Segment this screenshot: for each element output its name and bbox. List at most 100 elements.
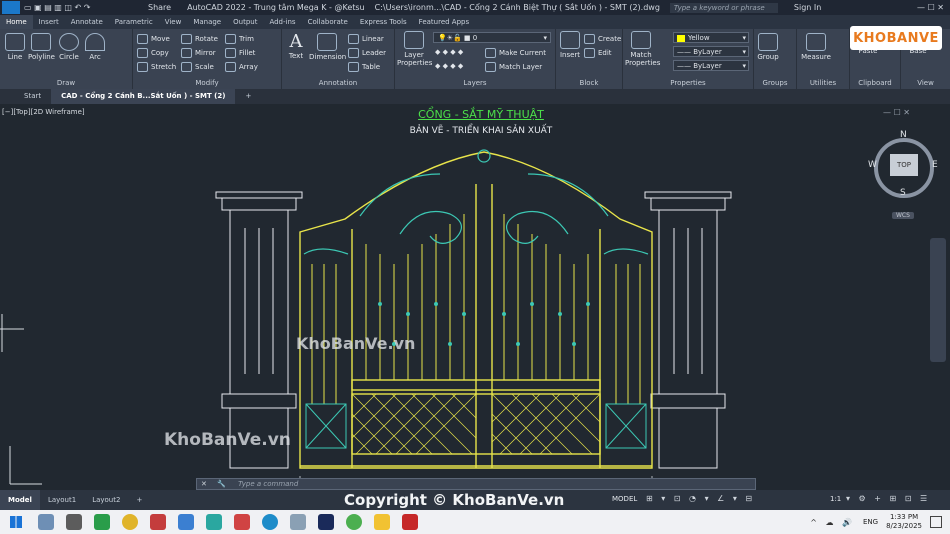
chrome-icon[interactable] [122, 514, 138, 530]
properties-panel-label[interactable]: Properties [623, 79, 753, 87]
tab-layout1[interactable]: Layout1 [40, 490, 84, 510]
tab-layout2[interactable]: Layout2 [84, 490, 128, 510]
tab-annotate[interactable]: Annotate [65, 15, 109, 29]
taskbar-icon-6[interactable] [178, 514, 194, 530]
input-language[interactable]: ENG [863, 518, 878, 526]
quick-access-icons[interactable]: ▭ ▣ ▤ ▥ ◫ ↶ ↷ [24, 3, 144, 12]
trim-tool[interactable]: Trim [225, 34, 254, 44]
compass-west[interactable]: W [868, 160, 877, 170]
viewcube-top-face[interactable]: TOP [890, 154, 918, 176]
sign-in-button[interactable]: Sign In [794, 3, 821, 12]
taskbar-icon-12[interactable] [346, 514, 362, 530]
group-tool[interactable]: Group [756, 33, 780, 61]
polyline-tool[interactable]: Polyline [28, 33, 55, 61]
search-input[interactable]: Type a keyword or phrase [669, 2, 778, 13]
wrench-icon[interactable]: 🔧 [217, 480, 226, 488]
clock[interactable]: 1:33 PM 8/23/2025 [886, 513, 922, 531]
layer-state-icons[interactable]: ◆ ◆ ◆ ◆ [435, 48, 463, 56]
tab-collaborate[interactable]: Collaborate [302, 15, 354, 29]
tab-featured-apps[interactable]: Featured Apps [413, 15, 475, 29]
rotate-tool[interactable]: Rotate [181, 34, 218, 44]
photoshop-icon[interactable] [318, 514, 334, 530]
annotation-scale[interactable]: 1:1 [830, 495, 841, 503]
taskbar-icon-8[interactable] [234, 514, 250, 530]
color-dropdown[interactable]: Yellow ▾ [673, 32, 749, 43]
make-current-tool[interactable]: Make Current [485, 48, 546, 58]
taskbar-icon-1[interactable] [38, 514, 54, 530]
add-layout-button[interactable]: + [128, 490, 150, 510]
circle-tool[interactable]: Circle [58, 33, 80, 61]
compass-south[interactable]: S [900, 188, 906, 198]
insert-tool[interactable]: Insert [558, 31, 582, 59]
clipboard-panel-label[interactable]: Clipboard [850, 79, 900, 87]
model-space-toggle[interactable]: MODEL [612, 495, 637, 503]
lineweight-dropdown[interactable]: —— ByLayer ▾ [673, 60, 749, 71]
layer-properties-tool[interactable]: Layer Properties [397, 31, 432, 67]
share-button[interactable]: Share [148, 3, 171, 12]
compass-east[interactable]: E [932, 160, 938, 170]
table-tool[interactable]: Table [348, 62, 380, 72]
taskbar-icon-10[interactable] [290, 514, 306, 530]
navigation-bar[interactable] [930, 238, 946, 362]
tab-manage[interactable]: Manage [187, 15, 227, 29]
status-tool-icons[interactable]: ⊞ ▾ ⊡ ◔ ▾ ∠ ▾ ⊟ [646, 494, 755, 503]
edit-block-tool[interactable]: Edit [584, 48, 612, 58]
utilities-panel-label[interactable]: Utilities [797, 79, 849, 87]
compass-north[interactable]: N [900, 130, 907, 140]
close-command-icon[interactable]: ✕ [201, 480, 207, 488]
taskbar-icon-3[interactable] [94, 514, 110, 530]
edge-icon[interactable] [262, 514, 278, 530]
layers-panel-label[interactable]: Layers [395, 79, 555, 87]
tab-output[interactable]: Output [227, 15, 263, 29]
measure-tool[interactable]: Measure [799, 33, 833, 61]
taskbar-icon-7[interactable] [206, 514, 222, 530]
start-tab[interactable]: Start [14, 89, 51, 104]
notification-icon[interactable] [930, 516, 942, 528]
layer-dropdown[interactable]: 💡☀🔓 ■ 0 ▾ [433, 32, 551, 43]
drawing-tab[interactable]: CAD - Cổng 2 Cánh B...Sắt Uốn ) - SMT (2… [51, 89, 236, 104]
system-tray-icons[interactable]: ^ ☁ 🔊 [810, 518, 855, 527]
draw-panel-label[interactable]: Draw [0, 79, 132, 87]
scale-tool[interactable]: Scale [181, 62, 214, 72]
copy-tool[interactable]: Copy [137, 48, 169, 58]
leader-tool[interactable]: Leader [348, 48, 386, 58]
annotation-panel-label[interactable]: Annotation [282, 79, 394, 87]
layer-tools-icons[interactable]: ◆ ◆ ◆ ◆ [435, 62, 463, 70]
stretch-tool[interactable]: Stretch [137, 62, 176, 72]
tab-home[interactable]: Home [0, 15, 33, 29]
autocad-icon[interactable] [402, 514, 418, 530]
linetype-dropdown[interactable]: —— ByLayer ▾ [673, 46, 749, 57]
app-menu-icon[interactable] [2, 1, 20, 14]
block-panel-label[interactable]: Block [556, 79, 622, 87]
modify-panel-label[interactable]: Modify [133, 79, 281, 87]
status-right-icons[interactable]: ▾ ⚙ + ⊞ ⊡ ☰ [846, 494, 930, 503]
command-input[interactable]: Type a command [238, 480, 298, 488]
taskbar-icon-5[interactable] [150, 514, 166, 530]
tab-model[interactable]: Model [0, 490, 40, 510]
wcs-menu[interactable]: WCS [892, 212, 914, 219]
linear-tool[interactable]: Linear [348, 34, 384, 44]
tab-insert[interactable]: Insert [33, 15, 65, 29]
tab-view[interactable]: View [159, 15, 188, 29]
tab-addins[interactable]: Add-ins [263, 15, 301, 29]
create-block-tool[interactable]: Create [584, 34, 621, 44]
move-tool[interactable]: Move [137, 34, 170, 44]
array-tool[interactable]: Array [225, 62, 258, 72]
command-line[interactable]: ✕ 🔧 Type a command [196, 478, 756, 490]
arc-tool[interactable]: Arc [84, 33, 106, 61]
view-panel-label[interactable]: View [901, 79, 950, 87]
tab-express-tools[interactable]: Express Tools [354, 15, 413, 29]
line-tool[interactable]: Line [4, 33, 26, 61]
file-explorer-icon[interactable] [374, 514, 390, 530]
mirror-tool[interactable]: Mirror [181, 48, 216, 58]
dimension-tool[interactable]: Dimension [309, 33, 346, 61]
viewcube[interactable]: TOP N S E W [866, 130, 942, 206]
fillet-tool[interactable]: Fillet [225, 48, 255, 58]
window-controls[interactable]: — ☐ ✕ [917, 3, 944, 12]
drawing-canvas[interactable]: [−][Top][2D Wireframe] — ☐ ✕ CỔNG - SẮT … [0, 104, 950, 490]
text-tool[interactable]: A Text [286, 31, 306, 60]
tab-parametric[interactable]: Parametric [109, 15, 159, 29]
match-properties-tool[interactable]: Match Properties [625, 31, 660, 67]
match-layer-tool[interactable]: Match Layer [485, 62, 542, 72]
groups-panel-label[interactable]: Groups [754, 79, 796, 87]
